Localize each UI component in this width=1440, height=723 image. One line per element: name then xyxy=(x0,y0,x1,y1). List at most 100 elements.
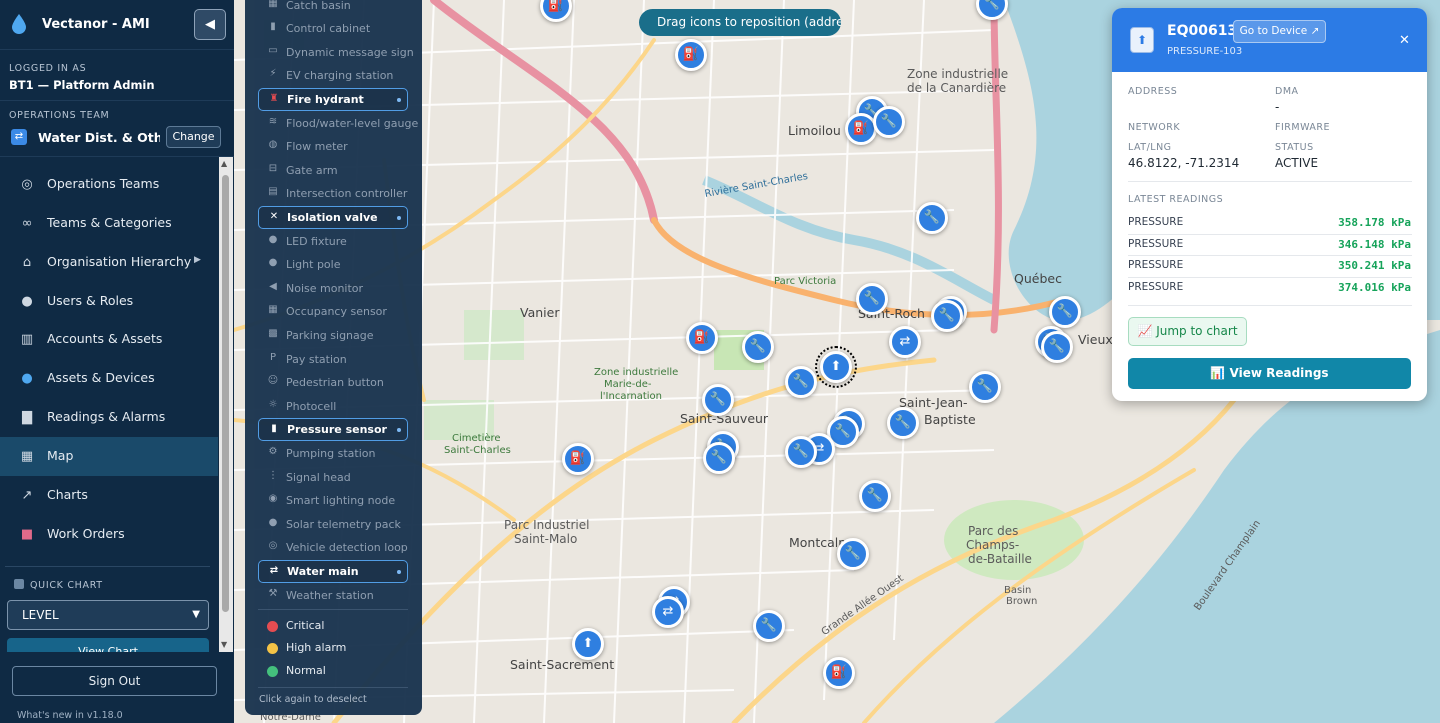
change-team-button[interactable]: Change xyxy=(166,126,221,148)
parking-icon: ▩ xyxy=(268,328,278,339)
layer-dynamic-message-sign[interactable]: ▭ Dynamic message sign xyxy=(258,41,413,64)
speaker-icon: ◀ xyxy=(269,281,277,292)
map-label: Marie-de- xyxy=(604,379,652,390)
device-subtitle: PRESSURE-103 xyxy=(1167,46,1243,57)
view-chart-button[interactable]: View Chart xyxy=(7,638,209,652)
scroll-down-icon[interactable]: ▼ xyxy=(221,640,227,649)
layer-fire-hydrant[interactable]: ♜ Fire hydrant xyxy=(258,88,408,111)
fire-hydrant-marker[interactable]: ⛽ xyxy=(562,443,594,475)
layer-parking-signage[interactable]: ▩ Parking signage xyxy=(258,324,408,347)
layer-pay-station[interactable]: P Pay station xyxy=(258,348,408,371)
layer-control-cabinet[interactable]: ▮ Control cabinet xyxy=(258,17,408,40)
isolation-valve-marker[interactable]: 🔧 xyxy=(873,106,905,138)
isolation-valve-marker[interactable]: 🔧 xyxy=(742,331,774,363)
fire-hydrant-marker[interactable]: ⛽ xyxy=(845,113,877,145)
whats-new-link[interactable]: What's new in v1.18.0 xyxy=(17,710,123,721)
device-id: EQ00613 xyxy=(1167,23,1238,39)
isolation-valve-marker[interactable]: 🔧 xyxy=(703,442,735,474)
layer-occupancy-sensor[interactable]: ▦ Occupancy sensor xyxy=(258,300,408,323)
layer-light-pole[interactable]: ● Light pole xyxy=(258,253,408,276)
layer-gate-arm[interactable]: ⊟ Gate arm xyxy=(258,159,408,182)
grid-icon: ▦ xyxy=(268,304,278,315)
isolation-valve-marker[interactable]: 🔧 xyxy=(887,407,919,439)
layer-pedestrian-button[interactable]: ☺ Pedestrian button xyxy=(258,371,408,394)
latest-readings-caption: LATEST READINGS xyxy=(1128,194,1224,205)
isolation-valve-marker[interactable]: 🔧 xyxy=(859,480,891,512)
water-main-marker[interactable]: ⇄ xyxy=(652,596,684,628)
nav-users-roles[interactable]: ● Users & Roles xyxy=(0,282,218,321)
status-value: ACTIVE xyxy=(1275,156,1319,170)
go-to-device-button[interactable]: Go to Device ↗ xyxy=(1233,20,1326,43)
map-label: Zone industrielle xyxy=(907,67,1009,81)
reading-value: 346.148 kPa xyxy=(1338,238,1411,251)
layer-isolation-valve[interactable]: ✕ Isolation valve xyxy=(258,206,408,229)
pressure-sensor-marker[interactable]: ⬆ xyxy=(572,628,604,660)
layer-weather-station[interactable]: ⚒ Weather station xyxy=(258,584,408,607)
map-label: Cimetière xyxy=(452,433,501,444)
nav-organisation-hierarchy[interactable]: ⌂ Organisation Hierarchy ▶ xyxy=(0,243,218,282)
chevron-left-icon: ◀ xyxy=(205,17,215,32)
isolation-valve-marker[interactable]: 🔧 xyxy=(916,202,948,234)
layer-intersection-controller[interactable]: ▤ Intersection controller xyxy=(258,182,408,205)
divider xyxy=(0,156,234,157)
water-main-marker[interactable]: ⇄ xyxy=(889,326,921,358)
sign-out-button[interactable]: Sign Out xyxy=(12,666,217,696)
isolation-valve-marker[interactable]: 🔧 xyxy=(785,436,817,468)
isolation-valve-marker[interactable]: 🔧 xyxy=(837,538,869,570)
layer-flow-meter[interactable]: ◍ Flow meter xyxy=(258,135,408,158)
nav-accounts-assets[interactable]: ▥ Accounts & Assets xyxy=(0,320,218,359)
isolation-valve-marker[interactable]: 🔧 xyxy=(1049,296,1081,328)
nav-charts[interactable]: ↗ Charts xyxy=(0,476,218,515)
isolation-valve-marker[interactable]: 🔧 xyxy=(785,366,817,398)
layer-flood-gauge[interactable]: ≋ Flood/water-level gauge xyxy=(258,112,418,135)
nav-readings-alarms[interactable]: ▇ Readings & Alarms xyxy=(0,398,218,437)
layer-water-main[interactable]: ⇄ Water main xyxy=(258,560,408,583)
isolation-valve-marker[interactable]: 🔧 xyxy=(1041,331,1073,363)
layer-pressure-sensor[interactable]: ▮ Pressure sensor xyxy=(258,418,408,441)
layer-catch-basin[interactable]: ▦ Catch basin xyxy=(258,0,408,17)
layer-pumping-station[interactable]: ⚙ Pumping station xyxy=(258,442,408,465)
nav-map[interactable]: ▦ Map xyxy=(0,437,218,476)
sidebar-scrollbar-thumb[interactable] xyxy=(222,175,229,612)
view-readings-button[interactable]: 📊 View Readings xyxy=(1128,358,1411,389)
scroll-up-icon[interactable]: ▲ xyxy=(221,159,227,168)
layer-ev-charging-station[interactable]: ⚡ EV charging station xyxy=(258,64,408,87)
deselect-hint: Click again to deselect xyxy=(259,694,367,705)
layer-smart-lighting-node[interactable]: ◉ Smart lighting node xyxy=(258,489,408,512)
normal-swatch xyxy=(267,666,278,677)
solar-icon: ● xyxy=(268,517,278,528)
nav-operations-teams[interactable]: ◎ Operations Teams xyxy=(0,165,218,204)
map-label: Saint-Malo xyxy=(514,532,578,546)
layer-signal-head[interactable]: ⋮ Signal head xyxy=(258,466,408,489)
layer-noise-monitor[interactable]: ◀ Noise monitor xyxy=(258,277,408,300)
nav-teams-categories[interactable]: ∞ Teams & Categories xyxy=(0,204,218,243)
pressure-sensor-marker-selected[interactable]: ⬆ xyxy=(815,346,857,388)
isolation-valve-marker[interactable]: 🔧 xyxy=(753,610,785,642)
isolation-valve-marker[interactable]: 🔧 xyxy=(702,384,734,416)
fire-hydrant-marker[interactable]: ⛽ xyxy=(686,322,718,354)
sign-icon: ▭ xyxy=(268,45,278,56)
isolation-valve-marker[interactable]: 🔧 xyxy=(931,300,963,332)
card-header: ⬆ EQ00613 Go to Device ↗ PRESSURE-103 ✕ xyxy=(1112,8,1427,72)
fire-hydrant-marker[interactable]: ⛽ xyxy=(675,39,707,71)
address-caption: ADDRESS xyxy=(1128,86,1178,97)
app-title: Vectanor - AMI xyxy=(42,17,150,32)
jump-to-chart-button[interactable]: 📈 Jump to chart xyxy=(1128,317,1247,346)
operations-team-caption: OPERATIONS TEAM xyxy=(9,110,110,121)
quick-chart-select[interactable]: LEVEL ▼ xyxy=(7,600,209,630)
signal-icon: ⋮ xyxy=(268,470,278,481)
map-label: Parc des xyxy=(968,524,1019,538)
fire-hydrant-marker[interactable]: ⛽ xyxy=(823,657,855,689)
nav-assets-devices[interactable]: ● Assets & Devices xyxy=(0,359,218,398)
isolation-valve-marker[interactable]: 🔧 xyxy=(856,283,888,315)
layer-led-fixture[interactable]: ● LED fixture xyxy=(258,230,408,253)
status-caption: STATUS xyxy=(1275,142,1314,153)
layer-solar-telemetry-pack[interactable]: ● Solar telemetry pack xyxy=(258,513,408,536)
layer-photocell[interactable]: ☼ Photocell xyxy=(258,395,408,418)
nav-work-orders[interactable]: ■ Work Orders xyxy=(0,515,218,554)
close-icon[interactable]: ✕ xyxy=(1399,33,1410,48)
isolation-valve-marker[interactable]: 🔧 xyxy=(969,371,1001,403)
layer-vehicle-detection-loop[interactable]: ◎ Vehicle detection loop xyxy=(258,536,408,559)
divider xyxy=(1128,277,1412,278)
collapse-sidebar-button[interactable]: ◀ xyxy=(194,9,226,40)
